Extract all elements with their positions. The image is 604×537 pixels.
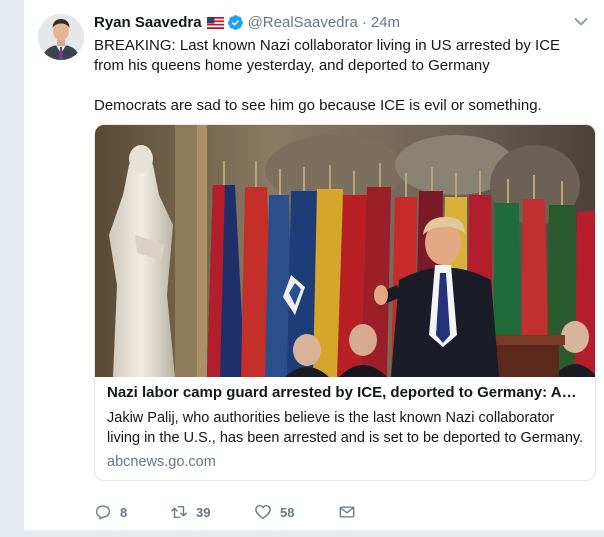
chevron-down-icon[interactable] [574,14,588,26]
retweet-count: 39 [196,504,211,520]
handle[interactable]: @RealSaavedra [248,14,358,31]
tweet-header: Ryan Saavedra @RealSaavedra · 24m [94,11,400,33]
reply-button[interactable]: 8 [94,503,170,521]
card-title[interactable]: Nazi labor camp guard arrested by ICE, d… [107,383,585,403]
display-name[interactable]: Ryan Saavedra [94,14,202,31]
tweet-actions: 8 39 58 [94,500,356,524]
card-description: Jakiw Palij, who authorities believe is … [107,410,584,446]
timeline-divider [24,530,604,537]
envelope-icon [339,506,355,518]
separator-dot: · [361,13,367,31]
direct-message-button[interactable] [338,503,356,521]
reply-count: 8 [120,504,128,520]
card-domain: abcnews.go.com [107,454,216,470]
card-image[interactable] [95,125,595,377]
card-body: Nazi labor camp guard arrested by ICE, d… [107,383,585,472]
retweet-icon [171,506,187,518]
tweet[interactable]: Ryan Saavedra @RealSaavedra · 24m BREAKI… [24,0,604,530]
tweet-text-paragraph: BREAKING: Last known Nazi collaborator l… [94,37,561,74]
like-count: 58 [280,504,295,520]
tweet-text: BREAKING: Last known Nazi collaborator l… [94,36,594,116]
link-card[interactable]: Nazi labor camp guard arrested by ICE, d… [94,124,596,481]
reply-icon [95,505,111,520]
timestamp[interactable]: 24m [371,14,400,31]
tweet-text-paragraph: Democrats are sad to see him go because … [94,97,542,114]
retweet-button[interactable]: 39 [170,503,254,521]
like-button[interactable]: 58 [254,503,338,521]
page-gutter [0,0,24,537]
verified-badge-icon [227,14,244,31]
us-flag-icon [206,16,224,29]
heart-icon [255,504,271,520]
avatar[interactable] [38,14,84,60]
